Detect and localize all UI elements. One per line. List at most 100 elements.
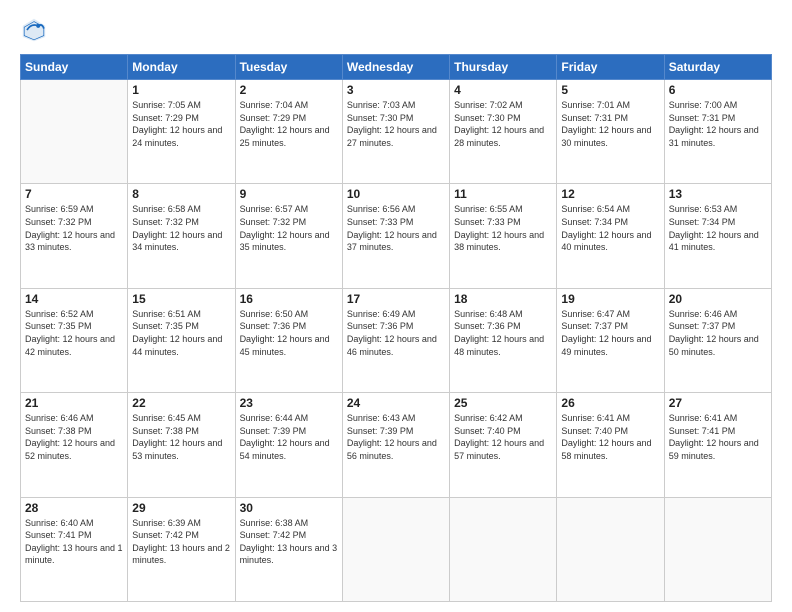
calendar-cell <box>450 497 557 601</box>
calendar-cell: 24 Sunrise: 6:43 AM Sunset: 7:39 PM Dayli… <box>342 393 449 497</box>
calendar-cell: 22Sunrise: 6:45 AM Sunset: 7:38 PM Dayli… <box>128 393 235 497</box>
day-info: Sunrise: 6:50 AM Sunset: 7:36 PM Dayligh… <box>240 308 338 358</box>
day-info: Sunrise: 6:46 AM Sunset: 7:37 PM Dayligh… <box>669 308 767 358</box>
day-number: 14 <box>25 292 123 306</box>
calendar-cell: 30 Sunrise: 6:38 AM Sunset: 7:42 PM Dayli… <box>235 497 342 601</box>
col-header-saturday: Saturday <box>664 55 771 80</box>
day-number: 21 <box>25 396 123 410</box>
calendar-cell: 17 Sunrise: 6:49 AM Sunset: 7:36 PM Dayli… <box>342 288 449 392</box>
day-info: Sunrise: 7:03 AM Sunset: 7:30 PM Dayligh… <box>347 99 445 149</box>
day-number: 1 <box>132 83 230 97</box>
generalblue-logo-icon <box>20 16 48 44</box>
day-number: 20 <box>669 292 767 306</box>
day-number: 24 <box>347 396 445 410</box>
day-number: 17 <box>347 292 445 306</box>
day-info: Sunrise: 6:46 AM Sunset: 7:38 PM Dayligh… <box>25 412 123 462</box>
day-number: 16 <box>240 292 338 306</box>
day-info: Sunrise: 6:43 AM Sunset: 7:39 PM Dayligh… <box>347 412 445 462</box>
day-number: 13 <box>669 187 767 201</box>
header <box>20 16 772 44</box>
calendar-cell: 23Sunrise: 6:44 AM Sunset: 7:39 PM Dayli… <box>235 393 342 497</box>
day-info: Sunrise: 6:53 AM Sunset: 7:34 PM Dayligh… <box>669 203 767 253</box>
calendar-cell: 2 Sunrise: 7:04 AM Sunset: 7:29 PM Daylig… <box>235 80 342 184</box>
day-info: Sunrise: 6:45 AM Sunset: 7:38 PM Dayligh… <box>132 412 230 462</box>
day-info: Sunrise: 6:56 AM Sunset: 7:33 PM Dayligh… <box>347 203 445 253</box>
col-header-friday: Friday <box>557 55 664 80</box>
day-number: 9 <box>240 187 338 201</box>
calendar-cell: 29 Sunrise: 6:39 AM Sunset: 7:42 PM Dayli… <box>128 497 235 601</box>
calendar-cell: 11 Sunrise: 6:55 AM Sunset: 7:33 PM Dayli… <box>450 184 557 288</box>
day-info: Sunrise: 6:44 AM Sunset: 7:39 PM Dayligh… <box>240 412 338 462</box>
day-number: 28 <box>25 501 123 515</box>
day-info: Sunrise: 6:51 AM Sunset: 7:35 PM Dayligh… <box>132 308 230 358</box>
day-info: Sunrise: 6:58 AM Sunset: 7:32 PM Dayligh… <box>132 203 230 253</box>
day-info: Sunrise: 6:41 AM Sunset: 7:40 PM Dayligh… <box>561 412 659 462</box>
calendar-cell <box>664 497 771 601</box>
col-header-tuesday: Tuesday <box>235 55 342 80</box>
day-number: 7 <box>25 187 123 201</box>
day-info: Sunrise: 6:39 AM Sunset: 7:42 PM Dayligh… <box>132 517 230 567</box>
calendar-cell: 15 Sunrise: 6:51 AM Sunset: 7:35 PM Dayli… <box>128 288 235 392</box>
calendar-cell: 16 Sunrise: 6:50 AM Sunset: 7:36 PM Dayli… <box>235 288 342 392</box>
calendar-cell: 13 Sunrise: 6:53 AM Sunset: 7:34 PM Dayli… <box>664 184 771 288</box>
calendar-cell: 3 Sunrise: 7:03 AM Sunset: 7:30 PM Daylig… <box>342 80 449 184</box>
calendar-cell: 14 Sunrise: 6:52 AM Sunset: 7:35 PM Dayli… <box>21 288 128 392</box>
day-info: Sunrise: 6:49 AM Sunset: 7:36 PM Dayligh… <box>347 308 445 358</box>
day-info: Sunrise: 6:52 AM Sunset: 7:35 PM Dayligh… <box>25 308 123 358</box>
calendar-cell: 25Sunrise: 6:42 AM Sunset: 7:40 PM Dayli… <box>450 393 557 497</box>
day-info: Sunrise: 6:57 AM Sunset: 7:32 PM Dayligh… <box>240 203 338 253</box>
calendar-cell: 21 Sunrise: 6:46 AM Sunset: 7:38 PM Dayli… <box>21 393 128 497</box>
calendar-week-row: 28 Sunrise: 6:40 AM Sunset: 7:41 PM Dayli… <box>21 497 772 601</box>
calendar-week-row: 7 Sunrise: 6:59 AM Sunset: 7:32 PM Daylig… <box>21 184 772 288</box>
calendar-cell: 20 Sunrise: 6:46 AM Sunset: 7:37 PM Dayli… <box>664 288 771 392</box>
calendar-cell: 28 Sunrise: 6:40 AM Sunset: 7:41 PM Dayli… <box>21 497 128 601</box>
calendar-week-row: 21 Sunrise: 6:46 AM Sunset: 7:38 PM Dayli… <box>21 393 772 497</box>
day-info: Sunrise: 7:00 AM Sunset: 7:31 PM Dayligh… <box>669 99 767 149</box>
day-number: 11 <box>454 187 552 201</box>
day-info: Sunrise: 6:47 AM Sunset: 7:37 PM Dayligh… <box>561 308 659 358</box>
calendar-cell: 18Sunrise: 6:48 AM Sunset: 7:36 PM Dayli… <box>450 288 557 392</box>
calendar-week-row: 14 Sunrise: 6:52 AM Sunset: 7:35 PM Dayli… <box>21 288 772 392</box>
calendar-cell: 12 Sunrise: 6:54 AM Sunset: 7:34 PM Dayli… <box>557 184 664 288</box>
col-header-sunday: Sunday <box>21 55 128 80</box>
calendar-cell: 7 Sunrise: 6:59 AM Sunset: 7:32 PM Daylig… <box>21 184 128 288</box>
calendar-cell: 8 Sunrise: 6:58 AM Sunset: 7:32 PM Daylig… <box>128 184 235 288</box>
day-info: Sunrise: 6:59 AM Sunset: 7:32 PM Dayligh… <box>25 203 123 253</box>
col-header-monday: Monday <box>128 55 235 80</box>
day-number: 15 <box>132 292 230 306</box>
day-info: Sunrise: 6:54 AM Sunset: 7:34 PM Dayligh… <box>561 203 659 253</box>
day-info: Sunrise: 6:38 AM Sunset: 7:42 PM Dayligh… <box>240 517 338 567</box>
day-info: Sunrise: 6:40 AM Sunset: 7:41 PM Dayligh… <box>25 517 123 567</box>
calendar-cell: 6Sunrise: 7:00 AM Sunset: 7:31 PM Daylig… <box>664 80 771 184</box>
day-number: 4 <box>454 83 552 97</box>
day-info: Sunrise: 6:48 AM Sunset: 7:36 PM Dayligh… <box>454 308 552 358</box>
calendar-table: SundayMondayTuesdayWednesdayThursdayFrid… <box>20 54 772 602</box>
calendar-cell: 19 Sunrise: 6:47 AM Sunset: 7:37 PM Dayli… <box>557 288 664 392</box>
calendar-cell <box>21 80 128 184</box>
day-info: Sunrise: 7:04 AM Sunset: 7:29 PM Dayligh… <box>240 99 338 149</box>
day-number: 8 <box>132 187 230 201</box>
calendar-cell: 5 Sunrise: 7:01 AM Sunset: 7:31 PM Daylig… <box>557 80 664 184</box>
day-info: Sunrise: 7:02 AM Sunset: 7:30 PM Dayligh… <box>454 99 552 149</box>
day-number: 29 <box>132 501 230 515</box>
logo <box>20 16 52 44</box>
calendar-cell: 10Sunrise: 6:56 AM Sunset: 7:33 PM Dayli… <box>342 184 449 288</box>
day-number: 30 <box>240 501 338 515</box>
day-number: 12 <box>561 187 659 201</box>
col-header-wednesday: Wednesday <box>342 55 449 80</box>
day-number: 25 <box>454 396 552 410</box>
day-info: Sunrise: 6:55 AM Sunset: 7:33 PM Dayligh… <box>454 203 552 253</box>
calendar-cell: 4 Sunrise: 7:02 AM Sunset: 7:30 PM Daylig… <box>450 80 557 184</box>
col-header-thursday: Thursday <box>450 55 557 80</box>
day-info: Sunrise: 7:01 AM Sunset: 7:31 PM Dayligh… <box>561 99 659 149</box>
calendar-cell <box>342 497 449 601</box>
calendar-cell <box>557 497 664 601</box>
day-number: 19 <box>561 292 659 306</box>
day-number: 2 <box>240 83 338 97</box>
calendar-cell: 26 Sunrise: 6:41 AM Sunset: 7:40 PM Dayli… <box>557 393 664 497</box>
page: SundayMondayTuesdayWednesdayThursdayFrid… <box>0 0 792 612</box>
day-number: 5 <box>561 83 659 97</box>
day-info: Sunrise: 7:05 AM Sunset: 7:29 PM Dayligh… <box>132 99 230 149</box>
day-number: 26 <box>561 396 659 410</box>
day-number: 3 <box>347 83 445 97</box>
